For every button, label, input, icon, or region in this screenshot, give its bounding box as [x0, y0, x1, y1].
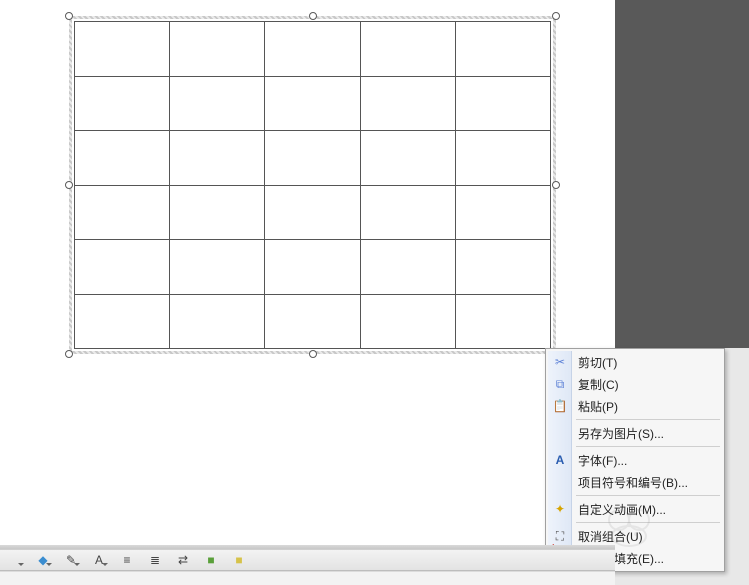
context-menu-separator [576, 419, 720, 420]
table-cell[interactable] [455, 131, 550, 186]
table-cell[interactable] [455, 294, 550, 349]
table-cell[interactable] [75, 294, 170, 349]
slide-canvas [0, 0, 615, 545]
menu-item-label: 字体(F)... [578, 452, 627, 469]
menu-item-label: 剪切(T) [578, 354, 617, 371]
lines1-icon: ≡ [123, 553, 130, 567]
toolbar-lines2-button[interactable]: ≣ [144, 551, 166, 569]
status-bar [0, 571, 615, 585]
context-menu-separator [576, 522, 720, 523]
menu-item-label: 另存为图片(S)... [578, 425, 664, 442]
chevron-down-icon [74, 563, 80, 566]
menu-item-label: 复制(C) [578, 376, 619, 393]
table-grid[interactable] [74, 21, 551, 349]
font-icon: A [552, 452, 568, 468]
toolbar-shape-green-button[interactable]: ■ [200, 551, 222, 569]
menu-item-copy[interactable]: ⧉ 复制(C) [548, 373, 722, 395]
resize-handle-ne[interactable] [552, 12, 560, 20]
context-menu[interactable]: ✂ 剪切(T) ⧉ 复制(C) 📋 粘贴(P) 另存为图片(S)... A 字体(F)... 项目… [545, 348, 725, 572]
cut-icon: ✂ [552, 354, 568, 370]
table-cell[interactable] [360, 185, 455, 240]
resize-handle-nw[interactable] [65, 12, 73, 20]
toolbar-bucket-button[interactable]: ◆ [32, 551, 54, 569]
context-menu-separator [576, 495, 720, 496]
table-cell[interactable] [265, 131, 360, 186]
chevron-down-icon [18, 563, 24, 566]
bullets-icon [552, 474, 568, 490]
menu-item-label: 取消组合(U) [578, 528, 643, 545]
menu-item-bullets[interactable]: 项目符号和编号(B)... [548, 471, 722, 493]
menu-item-ungroup[interactable]: ⛶ 取消组合(U) [548, 525, 722, 547]
toolbar-arrows-button[interactable]: ⇄ [172, 551, 194, 569]
table-cell[interactable] [75, 131, 170, 186]
resize-handle-n[interactable] [309, 12, 317, 20]
table-cell[interactable] [75, 185, 170, 240]
table-cell[interactable] [265, 294, 360, 349]
menu-item-custom-anim[interactable]: ✦ 自定义动画(M)... [548, 498, 722, 520]
table-cell[interactable] [75, 240, 170, 295]
menu-item-label: 项目符号和编号(B)... [578, 474, 688, 491]
resize-handle-e[interactable] [552, 181, 560, 189]
menu-item-cut[interactable]: ✂ 剪切(T) [548, 351, 722, 373]
table-cell[interactable] [265, 240, 360, 295]
table-cell[interactable] [265, 22, 360, 77]
chevron-down-icon [102, 563, 108, 566]
custom-anim-icon: ✦ [552, 501, 568, 517]
table-object[interactable] [69, 16, 556, 354]
paste-icon: 📋 [552, 398, 568, 414]
shape-yellow-icon: ■ [235, 553, 242, 567]
toolbar-lines1-button[interactable]: ≡ [116, 551, 138, 569]
table-cell[interactable] [360, 240, 455, 295]
copy-icon: ⧉ [552, 376, 568, 392]
table-cell[interactable] [75, 76, 170, 131]
save-as-pic-icon [552, 425, 568, 441]
bottom-toolbar: ◆ ✎ A ≡ ≣ ⇄ ■ ■ [0, 549, 615, 571]
table-cell[interactable] [170, 294, 265, 349]
toolbar-picture-button[interactable] [4, 551, 26, 569]
table-cell[interactable] [170, 22, 265, 77]
ungroup-icon: ⛶ [552, 528, 568, 544]
resize-handle-sw[interactable] [65, 350, 73, 358]
toolbar-shape-yellow-button[interactable]: ■ [228, 551, 250, 569]
menu-item-paste[interactable]: 📋 粘贴(P) [548, 395, 722, 417]
toolbar-pen-button[interactable]: ✎ [60, 551, 82, 569]
toolbar-font-color-button[interactable]: A [88, 551, 110, 569]
workspace-background [615, 0, 749, 348]
menu-item-label: 自定义动画(M)... [578, 501, 666, 518]
chevron-down-icon [46, 563, 52, 566]
table-cell[interactable] [265, 185, 360, 240]
shape-green-icon: ■ [207, 553, 214, 567]
table-cell[interactable] [170, 185, 265, 240]
table-cell[interactable] [360, 294, 455, 349]
menu-item-save-as-pic[interactable]: 另存为图片(S)... [548, 422, 722, 444]
table-cell[interactable] [170, 240, 265, 295]
table-cell[interactable] [360, 76, 455, 131]
table-cell[interactable] [360, 131, 455, 186]
resize-handle-w[interactable] [65, 181, 73, 189]
arrows-icon: ⇄ [178, 553, 188, 567]
table-cell[interactable] [265, 76, 360, 131]
table-cell[interactable] [455, 76, 550, 131]
context-menu-separator [576, 446, 720, 447]
table-cell[interactable] [75, 22, 170, 77]
table-cell[interactable] [360, 22, 455, 77]
table-cell[interactable] [455, 240, 550, 295]
table-cell[interactable] [170, 131, 265, 186]
resize-handle-s[interactable] [309, 350, 317, 358]
table-cell[interactable] [170, 76, 265, 131]
table-cell[interactable] [455, 22, 550, 77]
table-cell[interactable] [455, 185, 550, 240]
menu-item-font[interactable]: A 字体(F)... [548, 449, 722, 471]
menu-item-label: 粘贴(P) [578, 398, 618, 415]
lines2-icon: ≣ [150, 553, 160, 567]
